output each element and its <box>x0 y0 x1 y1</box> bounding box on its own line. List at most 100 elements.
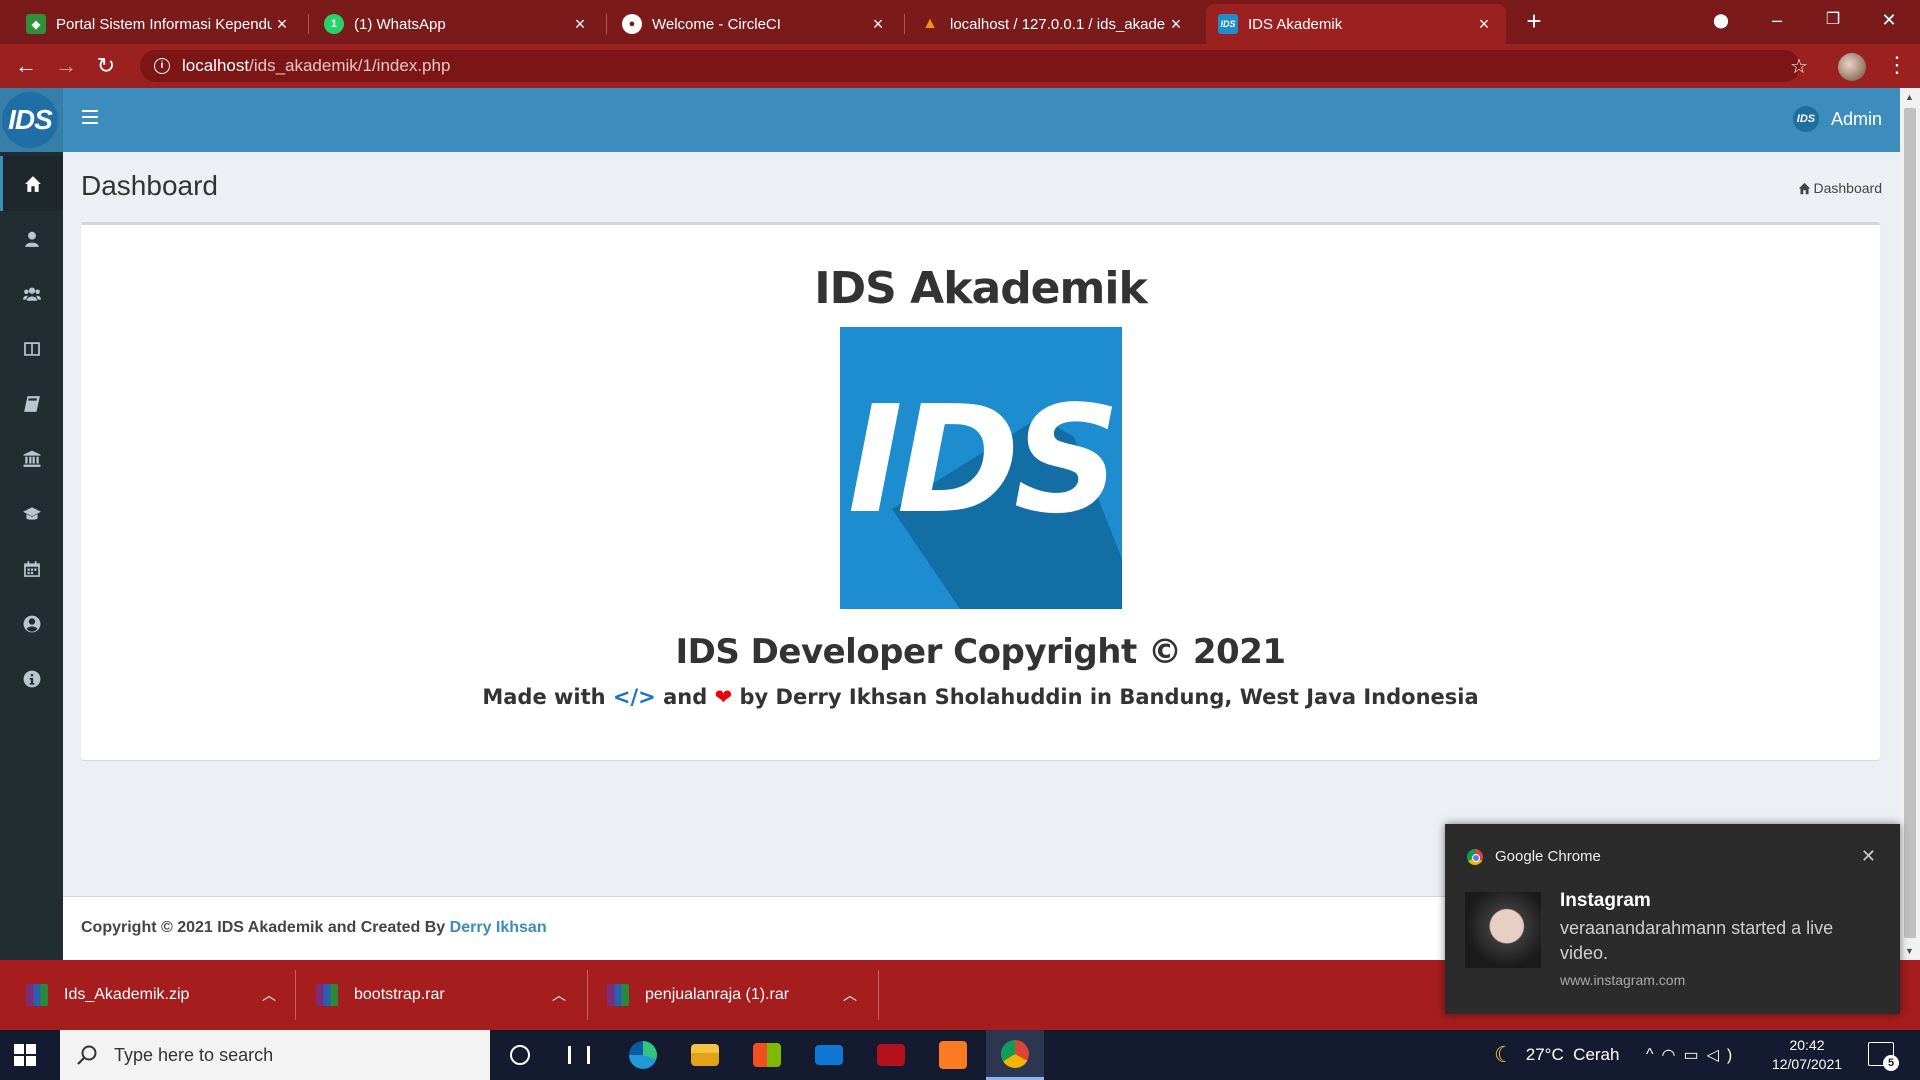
back-button[interactable]: ← <box>12 52 40 80</box>
forward-button[interactable]: → <box>52 52 80 80</box>
chevron-up-icon[interactable]: ︿ <box>262 985 276 1005</box>
home-icon <box>1798 182 1810 194</box>
home-icon <box>25 175 41 192</box>
close-icon[interactable]: × <box>570 14 590 35</box>
new-tab-button[interactable]: + <box>1520 8 1548 36</box>
breadcrumb[interactable]: Dashboard <box>1798 180 1882 196</box>
battery-icon[interactable]: ▭ <box>1683 1045 1706 1065</box>
user-menu[interactable]: IDS Admin <box>1792 106 1882 132</box>
ids-logo-image: IDS <box>840 327 1122 609</box>
cortana-icon[interactable] <box>491 1030 549 1080</box>
sidebar-toggle-icon[interactable] <box>82 110 98 124</box>
file-explorer-icon[interactable] <box>676 1030 734 1080</box>
taskbar-clock[interactable]: 20:42 12/07/2021 <box>1762 1036 1852 1074</box>
logo-text: IDS <box>847 374 1121 546</box>
mail-icon[interactable] <box>800 1030 858 1080</box>
page-scrollbar[interactable]: ▲ ▼ <box>1900 88 1920 960</box>
notification-close-icon[interactable]: ✕ <box>1861 846 1876 867</box>
tab-search-button[interactable]: ⬤ <box>1706 6 1736 34</box>
close-icon[interactable]: × <box>1166 14 1186 35</box>
edge-icon[interactable] <box>614 1030 672 1080</box>
sidebar-item-info[interactable] <box>0 651 63 706</box>
wifi-icon[interactable]: ◠ <box>1662 1045 1684 1065</box>
whatsapp-favicon-icon: 1 <box>324 14 344 34</box>
window-close-button[interactable]: ✕ <box>1874 6 1904 34</box>
download-name: penjualanraja (1).rar <box>645 986 790 1003</box>
close-icon[interactable]: × <box>272 14 292 35</box>
sidebar-item-user[interactable] <box>0 211 63 266</box>
weather-text: 27°C Cerah <box>1525 1045 1620 1064</box>
author-link[interactable]: Derry Ikhsan <box>450 919 547 936</box>
archive-icon <box>26 984 48 1006</box>
chevron-up-icon[interactable]: ^ <box>1646 1046 1662 1064</box>
minimize-button[interactable]: – <box>1762 6 1792 34</box>
sidebar-item-home[interactable] <box>0 156 63 211</box>
download-name: Ids_Akademik.zip <box>64 986 190 1003</box>
browser-menu-icon[interactable]: ⋮ <box>1886 52 1908 78</box>
windows-start-icon[interactable] <box>14 1044 36 1066</box>
download-item[interactable]: Ids_Akademik.zip ︿ <box>26 960 276 1030</box>
download-item[interactable]: penjualanraja (1).rar ︿ <box>607 960 857 1030</box>
made-with-label: Made with <box>482 685 606 709</box>
restore-button[interactable]: ❐ <box>1818 6 1848 34</box>
columns-icon <box>23 341 40 356</box>
sidebar-item-graduation[interactable] <box>0 486 63 541</box>
url-path: /ids_akademik/1/index.php <box>249 56 451 75</box>
chrome-taskbar-icon[interactable] <box>986 1030 1044 1080</box>
tab-title: (1) WhatsApp <box>354 15 446 33</box>
chevron-up-icon[interactable]: ︿ <box>552 985 566 1005</box>
sidebar-item-book[interactable] <box>0 376 63 431</box>
notification-count-badge: 5 <box>1883 1055 1899 1071</box>
notification-title: Instagram <box>1560 890 1651 911</box>
tab-phpmyadmin[interactable]: ▲ localhost / 127.0.0.1 / ids_akaden × <box>908 4 1198 44</box>
chrome-notification[interactable]: Google Chrome ✕ Instagram veraanandarahm… <box>1445 824 1900 1014</box>
phpmyadmin-favicon-icon: ▲ <box>922 15 938 32</box>
task-view-icon[interactable] <box>550 1030 608 1080</box>
download-separator <box>295 970 296 1020</box>
tab-circleci[interactable]: ● Welcome - CircleCI × <box>610 4 900 44</box>
made-with-line: Made with </> and ❤ by Derry Ikhsan Shol… <box>81 685 1880 709</box>
and-label: and <box>663 685 708 709</box>
close-icon[interactable]: × <box>1474 14 1494 35</box>
sidebar-item-calendar[interactable] <box>0 541 63 596</box>
microsoft-store-icon[interactable] <box>738 1030 796 1080</box>
calendar-icon <box>23 560 40 577</box>
address-bar[interactable]: i localhost/ids_akademik/1/index.php <box>140 50 1800 82</box>
close-icon[interactable]: × <box>868 14 888 35</box>
scroll-up-icon[interactable]: ▲ <box>1905 92 1914 102</box>
bookmark-star-icon[interactable]: ☆ <box>1790 54 1808 79</box>
site-info-icon[interactable]: i <box>154 58 170 74</box>
tab-separator <box>308 14 309 34</box>
content-area: Dashboard Dashboard IDS Akademik IDS IDS… <box>63 152 1900 896</box>
system-tray[interactable]: ^ ◠ ▭ ◁) <box>1646 1030 1740 1080</box>
volume-icon[interactable]: ◁) <box>1707 1045 1741 1065</box>
download-item[interactable]: bootstrap.rar ︿ <box>316 960 566 1030</box>
scrollbar-thumb[interactable] <box>1904 108 1916 938</box>
notification-app: Google Chrome <box>1467 848 1601 865</box>
reload-button[interactable]: ↻ <box>92 52 120 80</box>
sidebar-item-users[interactable] <box>0 266 63 321</box>
logo-area[interactable]: IDS <box>0 88 63 152</box>
action-center-icon[interactable]: 5 <box>1868 1042 1899 1071</box>
sidebar-item-columns[interactable] <box>0 321 63 376</box>
xampp-icon[interactable] <box>924 1030 982 1080</box>
sidebar-item-bank[interactable] <box>0 431 63 486</box>
archive-icon <box>316 984 338 1006</box>
taskbar-search[interactable]: Type here to search <box>60 1030 490 1080</box>
browser-tab-bar: ◈ Portal Sistem Informasi Kependu × 1 (1… <box>0 0 1920 44</box>
archive-icon <box>607 984 629 1006</box>
tab-title: IDS Akademik <box>1248 15 1343 33</box>
sidebar-item-profile[interactable] <box>0 596 63 651</box>
url-host: localhost <box>182 56 250 75</box>
app-shortcut-icon[interactable] <box>862 1030 920 1080</box>
tab-portal[interactable]: ◈ Portal Sistem Informasi Kependu × <box>14 4 304 44</box>
chevron-up-icon[interactable]: ︿ <box>843 985 857 1005</box>
weather-widget[interactable]: ☾ 27°C Cerah <box>1494 1030 1619 1080</box>
profile-avatar[interactable] <box>1838 53 1866 81</box>
notification-avatar <box>1465 892 1541 968</box>
scroll-down-icon[interactable]: ▼ <box>1905 946 1914 956</box>
tab-ids-akademik[interactable]: IDS IDS Akademik × <box>1206 4 1506 44</box>
circleci-favicon-icon: ● <box>622 14 642 34</box>
tab-whatsapp[interactable]: 1 (1) WhatsApp × <box>312 4 602 44</box>
download-name: bootstrap.rar <box>354 986 445 1003</box>
